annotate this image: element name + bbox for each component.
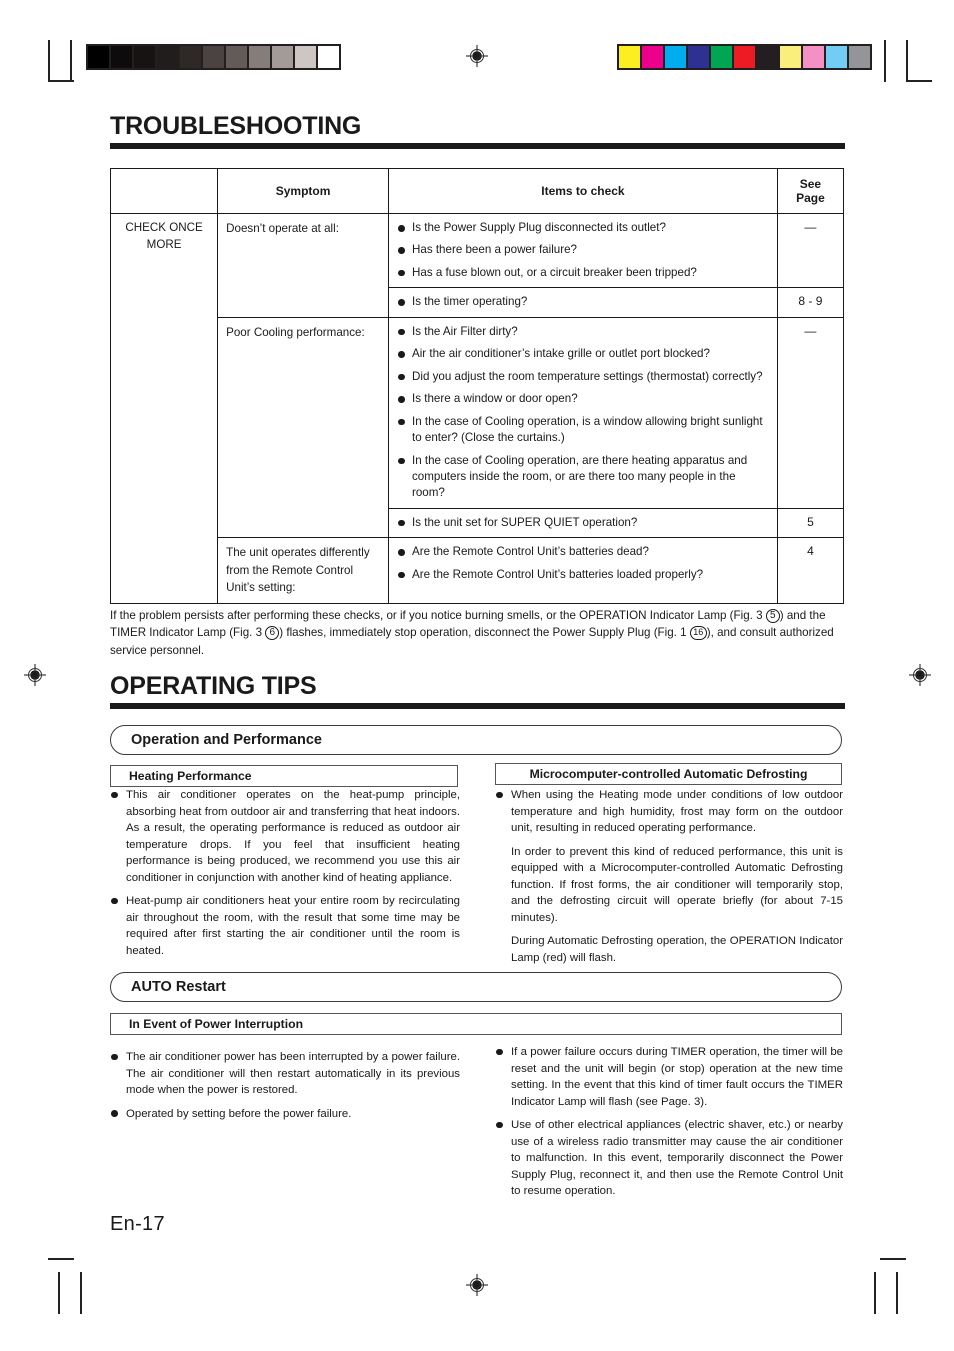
- section-bar-auto-restart: AUTO Restart: [110, 972, 842, 1002]
- page-title: TROUBLESHOOTING: [110, 112, 362, 140]
- list-item: Is the unit set for SUPER QUIET operatio…: [397, 515, 769, 531]
- list-item: In the case of Cooling operation, is a w…: [397, 414, 769, 447]
- list-item: Did you adjust the room temperature sett…: [397, 369, 769, 385]
- paragraph: In order to prevent this kind of reduced…: [511, 845, 843, 924]
- bullet-list: If a power failure occurs during TIMER o…: [495, 1044, 843, 1200]
- section-bar-operation-and-performance: Operation and Performance: [110, 725, 842, 755]
- troubleshooting-note: If the problem persists after performing…: [110, 607, 848, 659]
- list-item: Use of other electrical appliances (elec…: [495, 1117, 843, 1200]
- cell-items-1b: Is the timer operating?: [388, 287, 778, 318]
- list-item: In the case of Cooling operation, are th…: [397, 453, 769, 502]
- column-auto-restart-left: The air conditioner power has been inter…: [110, 1049, 460, 1129]
- list-item: Are the Remote Control Unit’s batteries …: [397, 544, 769, 560]
- check-list: Is the Air Filter dirty? Air the air con…: [397, 324, 769, 502]
- heading-rule: [110, 703, 845, 710]
- list-item: Is the Air Filter dirty?: [397, 324, 769, 340]
- list-item: Has there been a power failure?: [397, 242, 769, 258]
- cell-see-page-2a: —: [776, 316, 845, 509]
- column-auto-restart-right: If a power failure occurs during TIMER o…: [495, 1044, 843, 1207]
- table-row: Poor Cooling performance: Is the Air Fil…: [111, 316, 845, 539]
- subsection-bar-heating-performance: Heating Performance: [110, 765, 458, 787]
- table-header-items: Items to check: [388, 168, 778, 214]
- cell-symptom-2: Poor Cooling performance:: [217, 316, 389, 539]
- list-item: Has a fuse blown out, or a circuit break…: [397, 265, 769, 281]
- heading-rule: [110, 143, 845, 150]
- page-number: En-17: [110, 1213, 165, 1235]
- cell-symptom-1: Doesn’t operate at all:: [217, 213, 389, 318]
- section-bar-label: AUTO Restart: [131, 979, 226, 995]
- list-item: Operated by setting before the power fai…: [110, 1106, 460, 1123]
- column-auto-defrosting: When using the Heating mode under condit…: [495, 787, 843, 973]
- cell-symptom-3: The unit operates differently from the R…: [217, 537, 389, 604]
- table-row: CHECK ONCE MORE Doesn’t operate at all: …: [109, 212, 845, 604]
- list-item: Are the Remote Control Unit’s batteries …: [397, 567, 769, 583]
- subsection-bar-label: Heating Performance: [129, 769, 252, 783]
- cell-see-page-1b: 8 - 9: [776, 287, 845, 318]
- bullet-list: This air conditioner operates on the hea…: [110, 787, 460, 959]
- circled-number-5: 5: [765, 609, 780, 623]
- operating-tips-title: OPERATING TIPS: [110, 672, 317, 700]
- list-item: Is the Power Supply Plug disconnected it…: [397, 220, 769, 236]
- check-once-more-label-line1: CHECK ONCE: [125, 221, 203, 234]
- cell-check-once-more: CHECK ONCE MORE: [109, 213, 219, 604]
- table-row: The unit operates differently from the R…: [111, 537, 845, 604]
- bullet-list: When using the Heating mode under condit…: [495, 787, 843, 966]
- table-header-symptom: Symptom: [217, 168, 389, 214]
- table-header-see-page: See Page: [776, 168, 845, 214]
- check-list: Is the timer operating?: [397, 294, 769, 310]
- paragraph: During Automatic Defrosting operation, t…: [511, 935, 843, 964]
- list-item: This air conditioner operates on the hea…: [110, 787, 460, 886]
- cell-see-page-2b: 5: [776, 507, 845, 539]
- page-content: TROUBLESHOOTING Symptom Items to check S…: [0, 0, 954, 1351]
- list-item: Heat-pump air conditioners heat your ent…: [110, 893, 460, 959]
- note-part-1: If the problem persists after performing…: [110, 609, 766, 622]
- section-bar-label: Operation and Performance: [131, 732, 322, 748]
- cell-see-page-1a: —: [776, 212, 845, 289]
- table-header: Symptom Items to check See Page: [109, 168, 845, 214]
- check-once-more-label-line2: MORE: [146, 237, 182, 251]
- subsection-bar-label: Microcomputer-controlled Automatic Defro…: [529, 767, 808, 781]
- cell-items-2a: Is the Air Filter dirty? Air the air con…: [388, 316, 778, 509]
- cell-items-3: Are the Remote Control Unit’s batteries …: [388, 537, 778, 604]
- table-header-blank: [109, 168, 219, 214]
- table-body: CHECK ONCE MORE Doesn’t operate at all: …: [109, 212, 845, 604]
- list-item: Is there a window or door open?: [397, 391, 769, 407]
- check-list: Are the Remote Control Unit’s batteries …: [397, 544, 769, 583]
- check-list: Is the Power Supply Plug disconnected it…: [397, 220, 769, 281]
- list-item: Is the timer operating?: [397, 294, 769, 310]
- circled-number-6: 6: [265, 626, 280, 641]
- subsection-bar-auto-defrosting: Microcomputer-controlled Automatic Defro…: [495, 763, 842, 785]
- bullet-list: The air conditioner power has been inter…: [110, 1049, 460, 1122]
- cell-items-2b: Is the unit set for SUPER QUIET operatio…: [388, 507, 778, 539]
- troubleshooting-table: Symptom Items to check See Page CHECK ON…: [109, 168, 845, 604]
- cell-items-1a: Is the Power Supply Plug disconnected it…: [388, 212, 778, 289]
- list-item: If a power failure occurs during TIMER o…: [495, 1044, 843, 1110]
- note-part-3: ) flashes, immediately stop operation, d…: [279, 626, 690, 640]
- check-list: Is the unit set for SUPER QUIET operatio…: [397, 515, 769, 531]
- list-item: When using the Heating mode under condit…: [495, 787, 843, 837]
- circled-number-16: 16: [689, 626, 707, 641]
- cell-see-page-3: 4: [776, 537, 845, 604]
- list-item: The air conditioner power has been inter…: [110, 1049, 460, 1099]
- section-heading-troubleshooting: TROUBLESHOOTING: [110, 112, 845, 150]
- subsection-bar-power-interruption: In Event of Power Interruption: [110, 1013, 842, 1035]
- section-heading-operating-tips: OPERATING TIPS: [110, 672, 845, 710]
- column-heating-performance: This air conditioner operates on the hea…: [110, 787, 460, 966]
- subsection-bar-label: In Event of Power Interruption: [129, 1017, 304, 1031]
- table-header-row: Symptom Items to check See Page: [109, 168, 845, 214]
- list-item: Air the air conditioner’s intake grille …: [397, 346, 769, 362]
